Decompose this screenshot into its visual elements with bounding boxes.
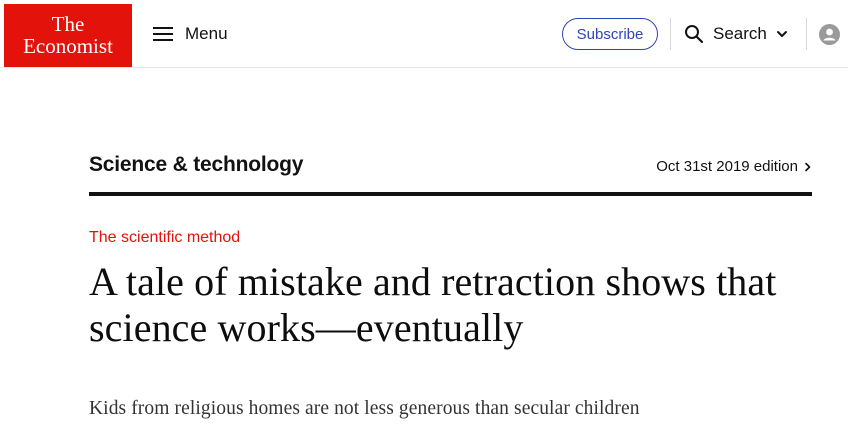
edition-link[interactable]: Oct 31st 2019 edition — [656, 158, 812, 175]
section-header: Science & technology Oct 31st 2019 editi… — [89, 150, 812, 190]
chevron-down-icon — [776, 31, 787, 37]
subscribe-button[interactable]: Subscribe — [562, 18, 658, 50]
logo-line-1: The — [51, 12, 85, 36]
header-divider — [670, 18, 671, 50]
hamburger-icon — [153, 27, 173, 41]
logo-line-2: Economist — [23, 34, 113, 58]
article-rubric[interactable]: The scientific method — [89, 229, 240, 247]
search-icon — [685, 25, 704, 44]
article-headline: A tale of mistake and retraction shows t… — [89, 259, 777, 350]
article-standfirst: Kids from religious homes are not less g… — [89, 398, 640, 419]
section-rule — [89, 192, 812, 196]
account-icon[interactable] — [819, 24, 840, 45]
menu-button[interactable]: Menu — [153, 22, 228, 46]
search-button[interactable]: Search — [684, 22, 788, 46]
menu-label: Menu — [185, 24, 228, 43]
header-divider-2 — [806, 18, 807, 50]
economist-logo[interactable]: The Economist — [4, 4, 132, 67]
site-header: The Economist Menu Subscribe Search — [0, 0, 848, 68]
chevron-right-icon — [805, 162, 811, 171]
search-label: Search — [713, 24, 767, 43]
section-title[interactable]: Science & technology — [89, 153, 303, 177]
edition-label: Oct 31st 2019 edition — [656, 158, 798, 175]
